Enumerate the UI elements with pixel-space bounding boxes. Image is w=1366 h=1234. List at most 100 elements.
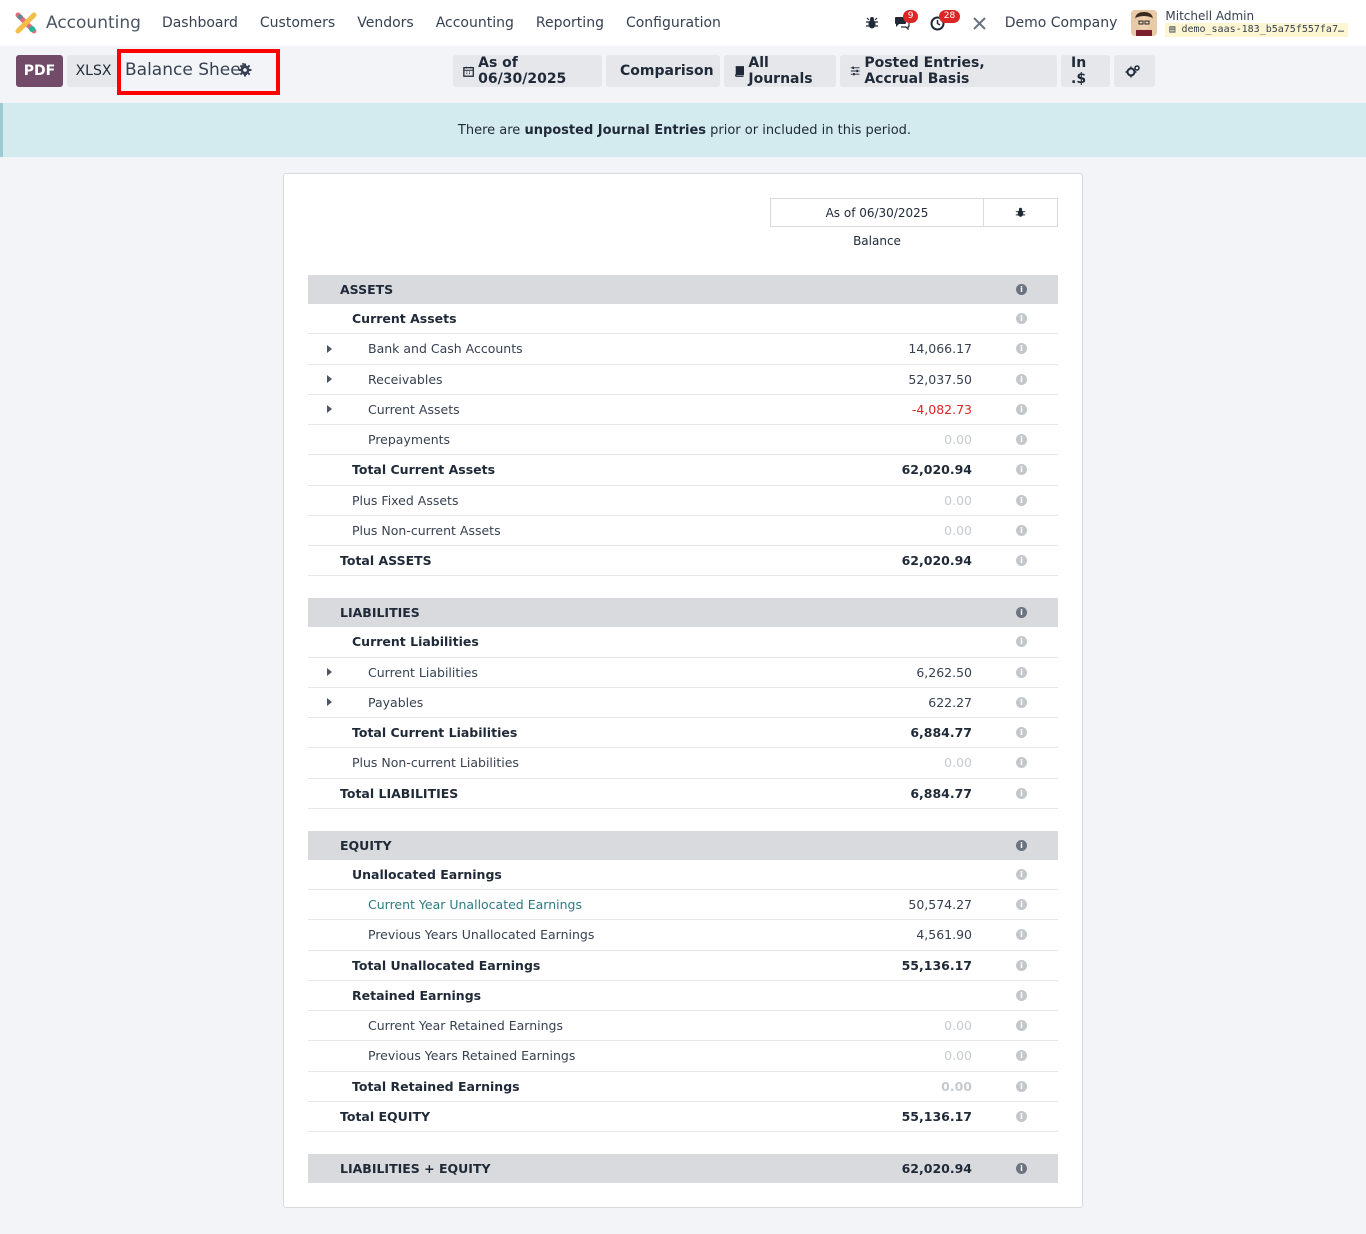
caret-right-icon[interactable] (327, 698, 332, 707)
section-row[interactable]: EQUITY i (308, 830, 1058, 860)
info-icon[interactable]: i (1016, 494, 1027, 506)
info-icon[interactable]: i (1016, 636, 1027, 648)
tools-icon[interactable] (965, 0, 995, 46)
gear-icon[interactable] (238, 63, 252, 81)
messages-icon[interactable]: 9 (887, 0, 919, 46)
currency-filter-button[interactable]: In .$ (1061, 55, 1110, 87)
report-line[interactable]: Current Assets i (308, 304, 1058, 335)
info-icon[interactable]: i (1016, 929, 1027, 941)
menu-accounting[interactable]: Accounting (425, 0, 525, 46)
info-icon[interactable]: i (1016, 787, 1027, 799)
line-value[interactable]: 62,020.94 (902, 553, 972, 568)
line-value[interactable]: 55,136.17 (902, 1109, 972, 1124)
caret-right-icon[interactable] (327, 344, 332, 353)
section-row[interactable]: LIABILITIES + EQUITY 62,020.94 i (308, 1154, 1058, 1183)
info-icon[interactable]: i (1016, 434, 1027, 446)
info-icon[interactable]: i (1016, 839, 1027, 851)
line-value[interactable]: 622.27 (928, 695, 972, 710)
section-row[interactable]: ASSETS i (308, 275, 1058, 304)
report-line[interactable]: Total Current Assets 62,020.94 i (308, 455, 1058, 486)
user-avatar[interactable] (1131, 10, 1158, 36)
line-value[interactable]: 0.00 (944, 1048, 972, 1063)
report-line[interactable]: Previous Years Unallocated Earnings 4,561… (308, 920, 1058, 951)
line-value[interactable]: 0.00 (944, 493, 972, 508)
report-line[interactable]: Plus Fixed Assets 0.00 i (308, 486, 1058, 516)
report-line[interactable]: Unallocated Earnings i (308, 860, 1058, 890)
report-line[interactable]: Prepayments 0.00 i (308, 425, 1058, 456)
info-icon[interactable]: i (1016, 696, 1027, 708)
debug-bug-icon[interactable] (857, 0, 887, 46)
report-line[interactable]: Retained Earnings i (308, 981, 1058, 1011)
report-line[interactable]: Current Liabilities 6,262.50 i (308, 658, 1058, 688)
info-icon[interactable]: i (1016, 666, 1027, 678)
info-icon[interactable]: i (1016, 524, 1027, 536)
app-brand[interactable]: Accounting (14, 11, 141, 35)
line-value[interactable]: 6,884.77 (910, 725, 972, 740)
info-icon[interactable]: i (1016, 313, 1027, 325)
caret-right-icon[interactable] (327, 668, 332, 677)
settings-filter-button[interactable] (1114, 55, 1155, 87)
section-row[interactable]: LIABILITIES i (308, 598, 1058, 628)
info-icon[interactable]: i (1016, 555, 1027, 567)
info-icon[interactable]: i (1016, 403, 1027, 415)
comparison-filter-button[interactable]: Comparison (606, 55, 720, 87)
caret-right-icon[interactable] (327, 405, 332, 414)
info-icon[interactable]: i (1016, 284, 1027, 295)
info-icon[interactable]: i (1016, 1080, 1027, 1092)
report-line[interactable]: Total LIABILITIES 6,884.77 i (308, 779, 1058, 809)
report-line[interactable]: Current Liabilities i (308, 627, 1058, 658)
report-line[interactable]: Receivables 52,037.50 i (308, 365, 1058, 395)
line-value[interactable]: 52,037.50 (908, 372, 972, 387)
info-icon[interactable]: i (1016, 607, 1027, 619)
info-icon[interactable]: i (1016, 989, 1027, 1001)
column-header-date[interactable]: As of 06/30/2025 (770, 198, 984, 227)
line-value[interactable]: 62,020.94 (902, 462, 972, 477)
line-value[interactable]: -4,082.73 (912, 402, 972, 417)
menu-reporting[interactable]: Reporting (525, 0, 615, 46)
line-value[interactable]: 6,262.50 (916, 665, 972, 680)
line-value[interactable]: 0.00 (944, 523, 972, 538)
info-icon[interactable]: i (1016, 1020, 1027, 1032)
line-value[interactable]: 0.00 (944, 432, 972, 447)
line-value[interactable]: 14,066.17 (908, 341, 972, 356)
entries-filter-button[interactable]: Posted Entries, Accrual Basis (840, 55, 1057, 87)
report-line[interactable]: Bank and Cash Accounts 14,066.17 i (308, 334, 1058, 365)
pdf-export-button[interactable]: PDF (16, 55, 63, 87)
menu-customers[interactable]: Customers (249, 0, 346, 46)
line-value[interactable]: 0.00 (941, 1079, 972, 1094)
report-line[interactable]: Total ASSETS 62,020.94 i (308, 546, 1058, 577)
info-icon[interactable]: i (1016, 757, 1027, 769)
info-icon[interactable]: i (1016, 727, 1027, 739)
info-icon[interactable]: i (1016, 868, 1027, 880)
report-line[interactable]: Payables 622.27 i (308, 688, 1058, 718)
report-line[interactable]: Total Retained Earnings 0.00 i (308, 1072, 1058, 1102)
info-icon[interactable]: i (1016, 464, 1027, 476)
report-line[interactable]: Current Assets -4,082.73 i (308, 395, 1058, 425)
menu-dashboard[interactable]: Dashboard (151, 0, 249, 46)
report-line[interactable]: Current Year Unallocated Earnings 50,574.… (308, 890, 1058, 921)
line-label[interactable]: Current Year Unallocated Earnings (368, 897, 582, 912)
info-icon[interactable]: i (1016, 373, 1027, 385)
info-icon[interactable]: i (1016, 343, 1027, 355)
menu-vendors[interactable]: Vendors (346, 0, 424, 46)
report-line[interactable]: Total Unallocated Earnings 55,136.17 i (308, 951, 1058, 981)
report-line[interactable]: Plus Non-current Liabilities 0.00 i (308, 748, 1058, 779)
user-menu[interactable]: Mitchell Admin ▤ demo_saas-183_b5a75f557… (1165, 9, 1348, 37)
company-switcher[interactable]: Demo Company (1005, 15, 1118, 31)
journals-filter-button[interactable]: All Journals (724, 55, 836, 87)
report-line[interactable]: Previous Years Retained Earnings 0.00 i (308, 1041, 1058, 1072)
line-value[interactable]: 50,574.27 (908, 897, 972, 912)
line-value[interactable]: 0.00 (944, 1018, 972, 1033)
report-line[interactable]: Total EQUITY 55,136.17 i (308, 1102, 1058, 1132)
activities-clock-icon[interactable]: 28 (923, 0, 961, 46)
column-debug-bug-icon[interactable] (983, 198, 1058, 227)
date-filter-button[interactable]: As of 06/30/2025 (453, 55, 602, 87)
caret-right-icon[interactable] (327, 375, 332, 384)
report-line[interactable]: Plus Non-current Assets 0.00 i (308, 516, 1058, 546)
line-value[interactable]: 55,136.17 (902, 958, 972, 973)
info-icon[interactable]: i (1016, 899, 1027, 911)
report-line[interactable]: Total Current Liabilities 6,884.77 i (308, 718, 1058, 749)
menu-configuration[interactable]: Configuration (615, 0, 732, 46)
line-value[interactable]: 0.00 (944, 755, 972, 770)
info-icon[interactable]: i (1016, 959, 1027, 971)
